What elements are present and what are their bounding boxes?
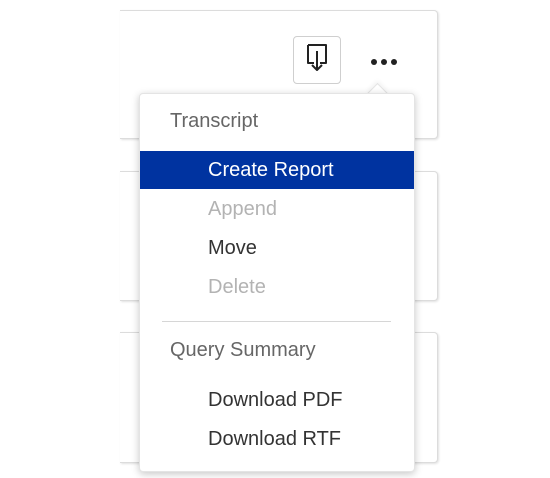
menu-divider [162,321,391,322]
more-options-menu: Transcript Create Report Append Move Del… [139,93,415,472]
download-icon [305,43,329,78]
menu-item-download-pdf[interactable]: Download PDF [140,381,414,419]
menu-item-append: Append [208,198,277,220]
menu-item-delete: Delete [208,276,266,298]
download-button[interactable] [293,36,341,84]
section-header-query-summary: Query Summary [170,339,316,361]
section-header-transcript: Transcript [170,110,259,132]
more-options-button[interactable] [364,46,404,78]
menu-item-move[interactable]: Move [140,229,414,267]
menu-item-create-report[interactable]: Create Report [140,151,414,189]
menu-item-download-rtf[interactable]: Download RTF [140,420,414,458]
more-horizontal-icon [370,53,398,71]
